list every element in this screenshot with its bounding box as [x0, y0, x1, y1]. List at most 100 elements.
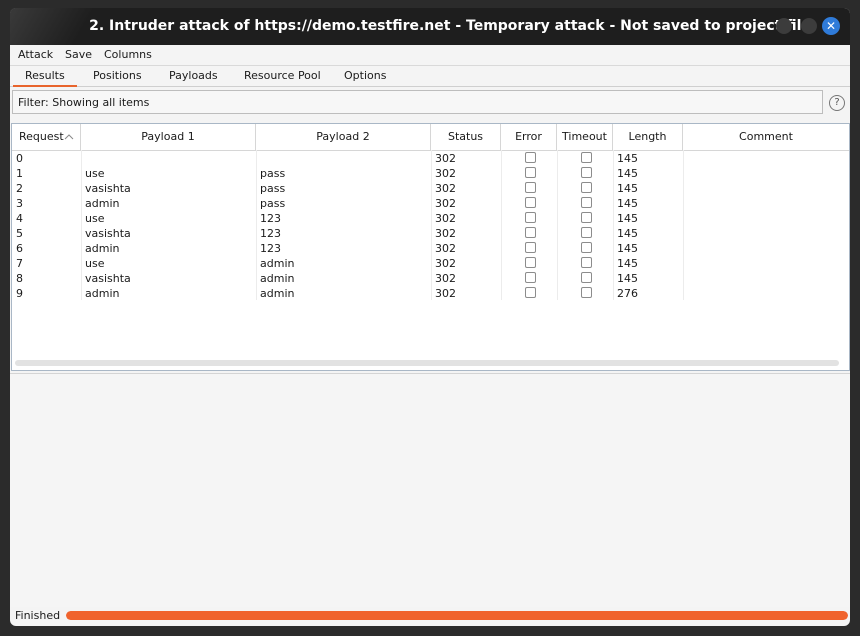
tab-results[interactable]: Results [13, 69, 77, 87]
cell-status: 302 [435, 182, 456, 195]
timeout-checkbox[interactable] [581, 287, 592, 298]
table-row[interactable]: 3 admin pass 302 145 [12, 196, 849, 211]
timeout-checkbox[interactable] [581, 227, 592, 238]
cell-length: 145 [617, 257, 638, 270]
error-checkbox[interactable] [525, 242, 536, 253]
cell-payload-2: pass [260, 182, 286, 195]
column-header-payload-1[interactable]: Payload 1 [81, 124, 256, 150]
help-icon[interactable]: ? [829, 95, 845, 111]
close-icon[interactable]: ✕ [822, 17, 840, 35]
tab-strip: Results Positions Payloads Resource Pool… [10, 66, 850, 87]
table-row[interactable]: 8 vasishta admin 302 145 [12, 271, 849, 286]
timeout-checkbox[interactable] [581, 272, 592, 283]
error-checkbox[interactable] [525, 152, 536, 163]
table-row[interactable]: 6 admin 123 302 145 [12, 241, 849, 256]
tab-payloads[interactable]: Payloads [169, 69, 218, 82]
cell-payload-1: admin [85, 287, 120, 300]
cell-payload-2: admin [260, 287, 295, 300]
column-header-payload-2[interactable]: Payload 2 [256, 124, 431, 150]
cell-status: 302 [435, 167, 456, 180]
results-table: Request Payload 1 Payload 2 Status Error… [11, 123, 850, 371]
filter-bar[interactable]: Filter: Showing all items [12, 90, 823, 114]
column-header-request[interactable]: Request [12, 124, 81, 150]
filter-text: Filter: Showing all items [18, 96, 150, 109]
error-checkbox[interactable] [525, 212, 536, 223]
status-text: Finished [15, 609, 61, 622]
table-row[interactable]: 2 vasishta pass 302 145 [12, 181, 849, 196]
error-checkbox[interactable] [525, 182, 536, 193]
minimize-button[interactable] [776, 18, 792, 34]
cell-length: 145 [617, 182, 638, 195]
cell-payload-2: pass [260, 197, 286, 210]
cell-request: 0 [16, 152, 23, 165]
cell-request: 9 [16, 287, 23, 300]
cell-length: 145 [617, 242, 638, 255]
cell-status: 302 [435, 257, 456, 270]
cell-payload-1: use [85, 212, 105, 225]
cell-payload-1: admin [85, 242, 120, 255]
cell-request: 8 [16, 272, 23, 285]
table-row[interactable]: 9 admin admin 302 276 [12, 286, 849, 301]
progress-fill [66, 611, 848, 620]
cell-request: 3 [16, 197, 23, 210]
error-checkbox[interactable] [525, 287, 536, 298]
column-header-length[interactable]: Length [613, 124, 683, 150]
table-row[interactable]: 4 use 123 302 145 [12, 211, 849, 226]
cell-request: 4 [16, 212, 23, 225]
timeout-checkbox[interactable] [581, 242, 592, 253]
cell-length: 145 [617, 167, 638, 180]
timeout-checkbox[interactable] [581, 212, 592, 223]
status-bar: Finished [10, 606, 850, 626]
sort-ascending-icon [64, 134, 74, 140]
cell-payload-2: pass [260, 167, 286, 180]
menu-columns[interactable]: Columns [104, 48, 152, 61]
tab-positions[interactable]: Positions [93, 69, 142, 82]
cell-length: 145 [617, 212, 638, 225]
cell-status: 302 [435, 212, 456, 225]
maximize-button[interactable] [801, 18, 817, 34]
error-checkbox[interactable] [525, 167, 536, 178]
column-header-error[interactable]: Error [501, 124, 557, 150]
table-row[interactable]: 1 use pass 302 145 [12, 166, 849, 181]
tab-options[interactable]: Options [344, 69, 386, 82]
table-row[interactable]: 7 use admin 302 145 [12, 256, 849, 271]
table-header: Request Payload 1 Payload 2 Status Error… [12, 124, 849, 151]
table-row[interactable]: 0 302 145 [12, 151, 849, 166]
progress-bar [66, 611, 848, 620]
cell-status: 302 [435, 287, 456, 300]
cell-length: 276 [617, 287, 638, 300]
timeout-checkbox[interactable] [581, 167, 592, 178]
column-header-comment[interactable]: Comment [683, 124, 849, 150]
menu-attack[interactable]: Attack [18, 48, 53, 61]
column-header-status[interactable]: Status [431, 124, 501, 150]
cell-status: 302 [435, 197, 456, 210]
cell-payload-2: admin [260, 272, 295, 285]
cell-request: 7 [16, 257, 23, 270]
timeout-checkbox[interactable] [581, 152, 592, 163]
intruder-window: 2. Intruder attack of https://demo.testf… [10, 8, 850, 626]
cell-length: 145 [617, 152, 638, 165]
cell-payload-2: admin [260, 257, 295, 270]
error-checkbox[interactable] [525, 257, 536, 268]
timeout-checkbox[interactable] [581, 257, 592, 268]
cell-status: 302 [435, 227, 456, 240]
tab-resource-pool[interactable]: Resource Pool [244, 69, 321, 82]
cell-status: 302 [435, 242, 456, 255]
error-checkbox[interactable] [525, 197, 536, 208]
cell-payload-1: use [85, 257, 105, 270]
column-header-timeout[interactable]: Timeout [557, 124, 613, 150]
timeout-checkbox[interactable] [581, 182, 592, 193]
request-response-pane [10, 373, 850, 607]
cell-length: 145 [617, 197, 638, 210]
column-label: Request [19, 130, 64, 143]
cell-payload-1: use [85, 167, 105, 180]
error-checkbox[interactable] [525, 272, 536, 283]
cell-request: 1 [16, 167, 23, 180]
cell-request: 2 [16, 182, 23, 195]
timeout-checkbox[interactable] [581, 197, 592, 208]
error-checkbox[interactable] [525, 227, 536, 238]
table-row[interactable]: 5 vasishta 123 302 145 [12, 226, 849, 241]
horizontal-scrollbar[interactable] [15, 360, 839, 366]
title-bar[interactable]: 2. Intruder attack of https://demo.testf… [10, 8, 850, 45]
menu-save[interactable]: Save [65, 48, 92, 61]
